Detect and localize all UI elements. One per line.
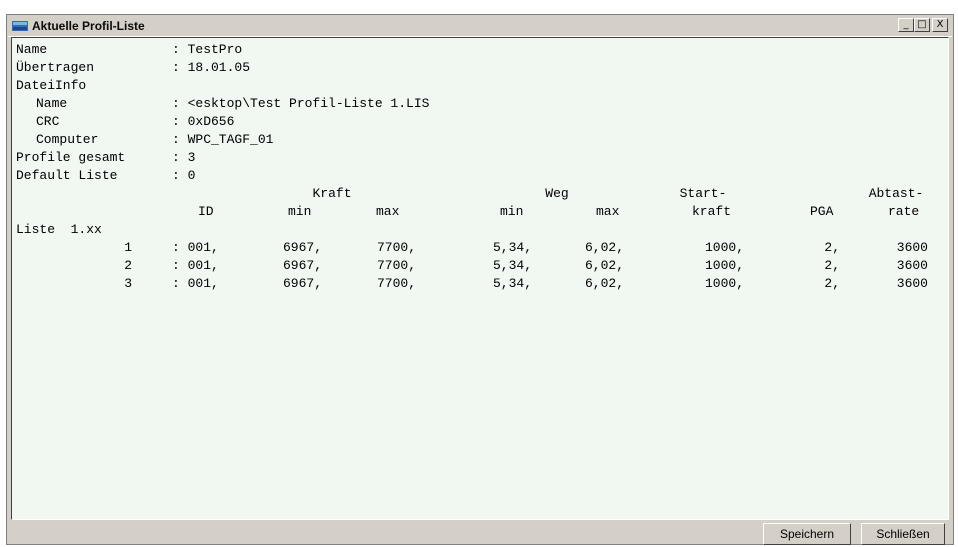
transfer-value: : 18.01.05 bbox=[172, 60, 251, 75]
header-pga: PGA bbox=[810, 204, 834, 219]
row-startkraft: 1000, bbox=[704, 258, 744, 273]
row-weg-min: 5,34, bbox=[492, 276, 532, 291]
row-kraft-max: 7700, bbox=[376, 258, 416, 273]
header-kraft-min: min bbox=[288, 204, 312, 219]
row-rate: 3600 bbox=[896, 258, 928, 273]
row-id: : 001, bbox=[172, 276, 219, 291]
close-window-button[interactable]: X bbox=[932, 18, 948, 32]
transfer-label: Übertragen bbox=[16, 60, 95, 75]
profiles-total-value: : 3 bbox=[172, 150, 196, 165]
maximize-button[interactable]: □ bbox=[914, 18, 930, 32]
header-weg-min: min bbox=[500, 204, 524, 219]
minimize-button[interactable]: _ bbox=[898, 18, 914, 32]
header-group-weg: Weg bbox=[545, 186, 569, 201]
default-list-label: Default Liste bbox=[16, 168, 118, 183]
close-button[interactable]: Schließen bbox=[861, 523, 945, 545]
list-label: Liste 1.xx bbox=[16, 222, 102, 237]
computer-value: : WPC_TAGF_01 bbox=[172, 132, 274, 147]
row-number: 1 bbox=[124, 240, 132, 255]
crc-label: CRC bbox=[36, 114, 60, 129]
title-bar[interactable]: Aktuelle Profil-Liste _ □ X bbox=[8, 16, 952, 37]
row-number: 2 bbox=[124, 258, 132, 273]
name-label: Name bbox=[16, 42, 48, 57]
row-kraft-min: 6967, bbox=[282, 276, 322, 291]
header-weg-max: max bbox=[596, 204, 620, 219]
row-kraft-max: 7700, bbox=[376, 240, 416, 255]
header-rate: rate bbox=[888, 204, 920, 219]
header-group-start: Start- bbox=[679, 186, 727, 201]
row-kraft-max: 7700, bbox=[376, 276, 416, 291]
row-rate: 3600 bbox=[896, 276, 928, 291]
row-kraft-min: 6967, bbox=[282, 240, 322, 255]
row-pga: 2, bbox=[824, 258, 840, 273]
row-number: 3 bbox=[124, 276, 132, 291]
window-controls: _ □ X bbox=[898, 18, 948, 32]
fileinfo-label: DateiInfo bbox=[16, 78, 87, 93]
row-pga: 2, bbox=[824, 276, 840, 291]
header-id: ID bbox=[198, 204, 214, 219]
profiles-total-label: Profile gesamt bbox=[16, 150, 126, 165]
app-icon bbox=[12, 21, 28, 31]
window-title: Aktuelle Profil-Liste bbox=[32, 19, 145, 33]
row-startkraft: 1000, bbox=[704, 276, 744, 291]
header-startkraft: kraft bbox=[692, 204, 732, 219]
row-id: : 001, bbox=[172, 258, 219, 273]
file-name-label: Name bbox=[36, 96, 68, 111]
row-id: : 001, bbox=[172, 240, 219, 255]
row-weg-max: 6,02, bbox=[584, 276, 624, 291]
row-kraft-min: 6967, bbox=[282, 258, 322, 273]
row-pga: 2, bbox=[824, 240, 840, 255]
button-bar: Speichern Schließen bbox=[11, 523, 949, 545]
computer-label: Computer bbox=[36, 132, 99, 147]
default-list-value: : 0 bbox=[172, 168, 196, 183]
row-weg-max: 6,02, bbox=[584, 240, 624, 255]
header-group-kraft: Kraft bbox=[312, 186, 352, 201]
header-group-abtast: Abtast- bbox=[868, 186, 924, 201]
profile-list-text-area[interactable]: Name : TestPro Übertragen : 18.01.05 Dat… bbox=[11, 37, 949, 520]
row-startkraft: 1000, bbox=[704, 240, 744, 255]
save-button[interactable]: Speichern bbox=[763, 523, 851, 545]
row-weg-max: 6,02, bbox=[584, 258, 624, 273]
name-value: : TestPro bbox=[172, 42, 243, 57]
file-name-value: : <esktop\Test Profil-Liste 1.LIS bbox=[172, 96, 430, 111]
profile-list-window: Aktuelle Profil-Liste _ □ X Name : TestP… bbox=[6, 14, 954, 545]
row-rate: 3600 bbox=[896, 240, 928, 255]
row-weg-min: 5,34, bbox=[492, 240, 532, 255]
header-kraft-max: max bbox=[376, 204, 400, 219]
crc-value: : 0xD656 bbox=[172, 114, 235, 129]
row-weg-min: 5,34, bbox=[492, 258, 532, 273]
